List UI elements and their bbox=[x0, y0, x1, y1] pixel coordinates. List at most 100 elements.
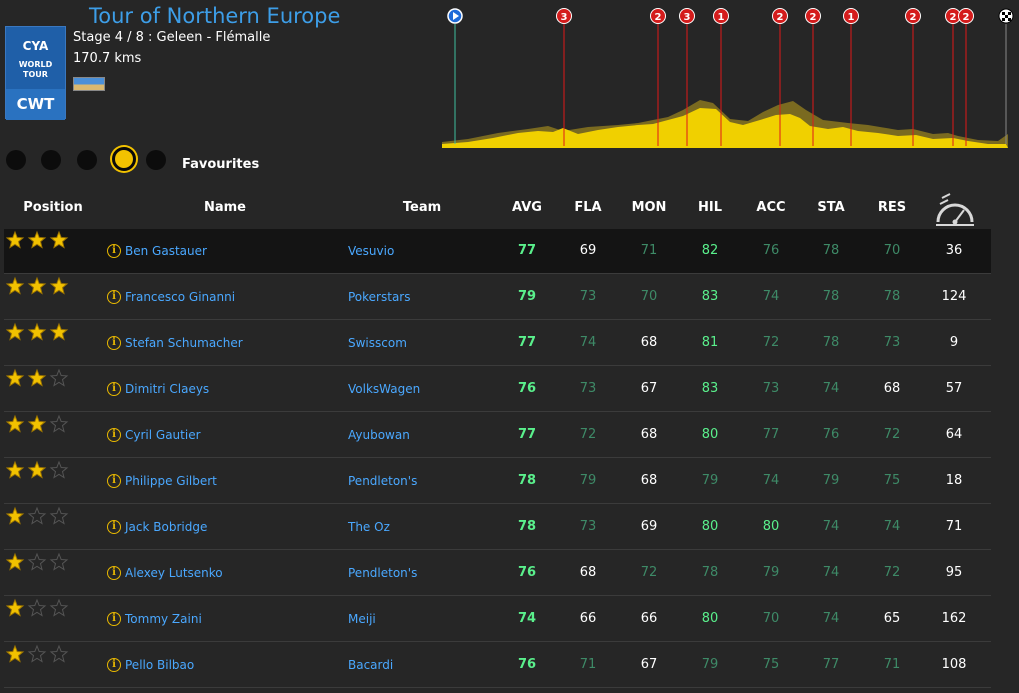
column-res[interactable]: RES bbox=[872, 200, 912, 215]
stat-res: 72 bbox=[883, 565, 901, 580]
column-name[interactable]: Name bbox=[195, 200, 255, 215]
stat-fla: 66 bbox=[579, 611, 597, 626]
info-icon[interactable]: i bbox=[107, 612, 121, 626]
rider-name[interactable]: Philippe Gilbert bbox=[125, 474, 217, 488]
climb-category-badge[interactable]: 3 bbox=[556, 8, 572, 24]
rider-name[interactable]: Alexey Lutsenko bbox=[125, 566, 223, 580]
info-icon[interactable]: i bbox=[107, 566, 121, 580]
rider-team[interactable]: Ayubowan bbox=[348, 428, 410, 442]
info-icon[interactable]: i bbox=[107, 382, 121, 396]
stat-fla: 79 bbox=[579, 473, 597, 488]
rider-name[interactable]: Francesco Ginanni bbox=[125, 290, 235, 304]
climb-category-badge[interactable]: 3 bbox=[679, 8, 695, 24]
logo-text-world: WORLD bbox=[18, 60, 53, 69]
column-avg[interactable]: AVG bbox=[507, 200, 547, 215]
rider-name[interactable]: Tommy Zaini bbox=[125, 612, 202, 626]
star-filled-icon bbox=[27, 230, 47, 249]
info-icon[interactable]: i bbox=[107, 428, 121, 442]
stat-avg: 79 bbox=[517, 289, 537, 304]
rider-name[interactable]: Ben Gastauer bbox=[125, 244, 207, 258]
race-title[interactable]: Tour of Northern Europe bbox=[89, 4, 340, 28]
stat-last: 162 bbox=[941, 611, 967, 626]
favourite-dot-1[interactable] bbox=[6, 150, 26, 170]
speedometer-icon[interactable] bbox=[934, 188, 976, 228]
climb-category-label: 3 bbox=[561, 12, 568, 23]
column-acc[interactable]: ACC bbox=[751, 200, 791, 215]
rider-name[interactable]: Cyril Gautier bbox=[125, 428, 201, 442]
rider-team[interactable]: Pendleton's bbox=[348, 566, 417, 580]
star-filled-icon bbox=[6, 322, 25, 341]
table-row[interactable]: i Cyril Gautier Ayubowan 77 72 68 80 77 76 72 64 bbox=[4, 413, 991, 458]
table-row[interactable]: i Philippe Gilbert Pendleton's 78 79 68 79 74 79… bbox=[4, 459, 991, 504]
info-icon[interactable]: i bbox=[107, 658, 121, 672]
stat-fla: 73 bbox=[579, 289, 597, 304]
stat-hil: 82 bbox=[701, 243, 719, 258]
star-filled-icon bbox=[6, 414, 25, 433]
rider-name[interactable]: Stefan Schumacher bbox=[125, 336, 243, 350]
star-filled-icon bbox=[6, 644, 25, 663]
stat-res: 71 bbox=[883, 657, 901, 672]
climb-category-badge[interactable]: 2 bbox=[805, 8, 821, 24]
stat-mon: 68 bbox=[640, 427, 658, 442]
stat-last: 71 bbox=[945, 519, 963, 534]
rider-team[interactable]: Bacardi bbox=[348, 658, 393, 672]
stat-hil: 79 bbox=[701, 657, 719, 672]
info-icon[interactable]: i bbox=[107, 474, 121, 488]
star-empty-icon bbox=[49, 552, 69, 571]
stat-res: 68 bbox=[883, 381, 901, 396]
star-filled-icon bbox=[27, 322, 47, 341]
stat-acc: 77 bbox=[762, 427, 780, 442]
favourite-dot-2[interactable] bbox=[41, 150, 61, 170]
stage-info: Stage 4 / 8 : Geleen - Flémalle bbox=[73, 30, 271, 45]
rider-team[interactable]: Pokerstars bbox=[348, 290, 410, 304]
table-row[interactable]: i Tommy Zaini Meiji 74 66 66 80 70 74 65 162 bbox=[4, 597, 991, 642]
star-filled-icon bbox=[27, 460, 47, 479]
rating-stars bbox=[6, 414, 69, 433]
table-row[interactable]: i Pello Bilbao Bacardi 76 71 67 79 75 77 71 108 bbox=[4, 643, 991, 688]
stat-res: 74 bbox=[883, 519, 901, 534]
rating-stars bbox=[6, 506, 69, 525]
stat-mon: 71 bbox=[640, 243, 658, 258]
favourite-dot-3[interactable] bbox=[77, 150, 97, 170]
climb-category-badge[interactable]: 2 bbox=[958, 8, 974, 24]
favourite-dot-5[interactable] bbox=[146, 150, 166, 170]
column-team[interactable]: Team bbox=[392, 200, 452, 215]
climb-category-badge[interactable]: 2 bbox=[905, 8, 921, 24]
table-row[interactable]: i Jack Bobridge The Oz 78 73 69 80 80 74 74 71 bbox=[4, 505, 991, 550]
rider-team[interactable]: Meiji bbox=[348, 612, 376, 626]
star-filled-icon bbox=[6, 598, 25, 617]
stat-avg: 78 bbox=[517, 473, 537, 488]
stat-hil: 83 bbox=[701, 289, 719, 304]
rider-team[interactable]: Vesuvio bbox=[348, 244, 394, 258]
info-icon[interactable]: i bbox=[107, 244, 121, 258]
rider-team[interactable]: The Oz bbox=[348, 520, 390, 534]
climb-category-badge[interactable]: 1 bbox=[713, 8, 729, 24]
rider-name[interactable]: Pello Bilbao bbox=[125, 658, 194, 672]
column-sta[interactable]: STA bbox=[811, 200, 851, 215]
info-icon[interactable]: i bbox=[107, 520, 121, 534]
table-row[interactable]: i Ben Gastauer Vesuvio 77 69 71 82 76 78 70 36 bbox=[4, 229, 991, 274]
favourite-dot-4[interactable] bbox=[112, 147, 136, 171]
table-row[interactable]: i Alexey Lutsenko Pendleton's 76 68 72 78 79 74 7… bbox=[4, 551, 991, 596]
info-icon[interactable]: i bbox=[107, 336, 121, 350]
climb-category-badge[interactable]: 2 bbox=[650, 8, 666, 24]
table-row[interactable]: i Dimitri Claeys VolksWagen 76 73 67 83 73 74 68 5… bbox=[4, 367, 991, 412]
rider-team[interactable]: Swisscom bbox=[348, 336, 407, 350]
star-filled-icon bbox=[6, 506, 25, 525]
column-mon[interactable]: MON bbox=[629, 200, 669, 215]
column-fla[interactable]: FLA bbox=[568, 200, 608, 215]
table-row[interactable]: i Stefan Schumacher Swisscom 77 74 68 81 72 78 73… bbox=[4, 321, 991, 366]
climb-category-badge[interactable]: 1 bbox=[843, 8, 859, 24]
climb-category-label: 1 bbox=[848, 12, 855, 23]
column-hil[interactable]: HIL bbox=[690, 200, 730, 215]
table-row[interactable]: i Francesco Ginanni Pokerstars 79 73 70 83 74 78… bbox=[4, 275, 991, 320]
info-icon[interactable]: i bbox=[107, 290, 121, 304]
rider-team[interactable]: VolksWagen bbox=[348, 382, 420, 396]
rider-name[interactable]: Dimitri Claeys bbox=[125, 382, 209, 396]
climb-category-badge[interactable]: 2 bbox=[772, 8, 788, 24]
rider-team[interactable]: Pendleton's bbox=[348, 474, 417, 488]
rider-name[interactable]: Jack Bobridge bbox=[125, 520, 207, 534]
climb-category-label: 2 bbox=[777, 12, 784, 23]
stat-avg: 77 bbox=[517, 335, 537, 350]
column-position[interactable]: Position bbox=[18, 200, 88, 215]
